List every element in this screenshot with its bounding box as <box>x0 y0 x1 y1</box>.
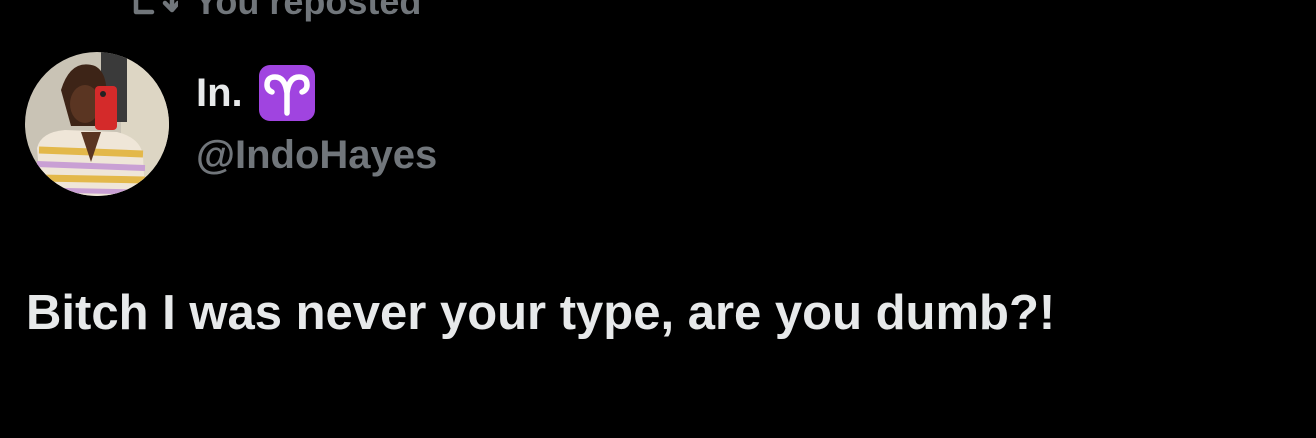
author-name-row: In. <box>196 62 437 124</box>
repost-indicator: You reposted <box>132 0 421 22</box>
repost-icon <box>133 0 178 15</box>
repost-label: You reposted <box>194 0 422 22</box>
tweet-text: Bitch I was never your type, are you dum… <box>26 286 1056 340</box>
profile-photo <box>25 52 169 196</box>
aries-zodiac-icon <box>258 65 315 121</box>
user-handle[interactable]: @IndoHayes <box>196 128 437 182</box>
display-name[interactable]: In. <box>196 62 243 124</box>
tweet-author[interactable]: In. @IndoHayes <box>196 62 437 182</box>
avatar[interactable] <box>25 52 169 196</box>
